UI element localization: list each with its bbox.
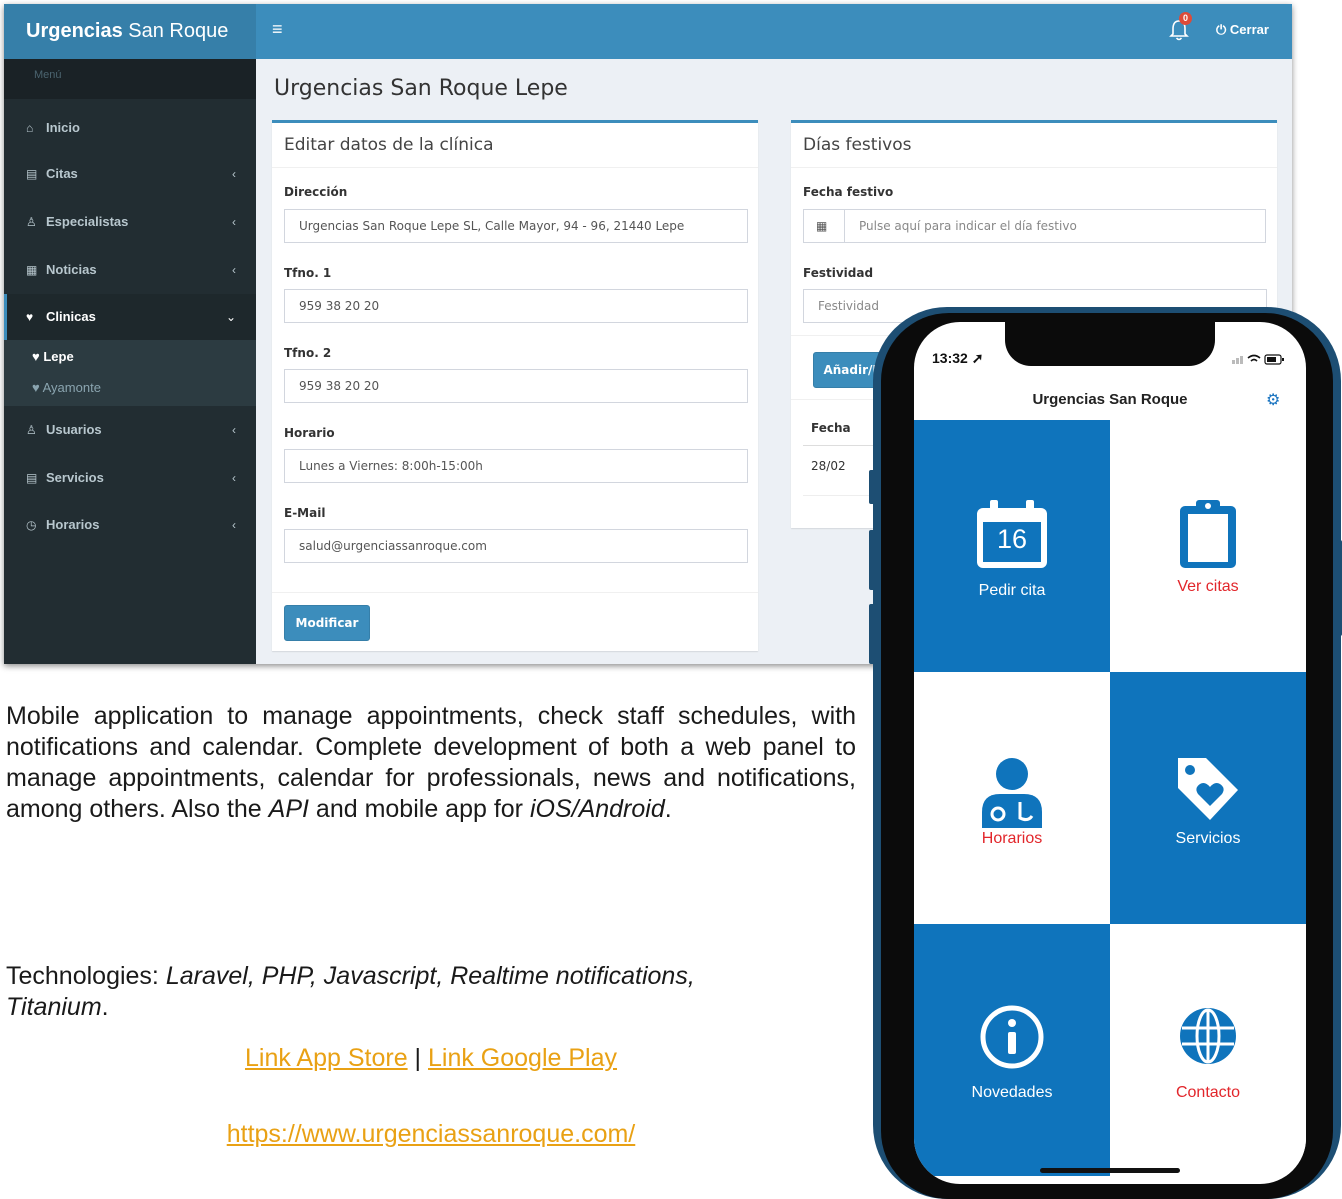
app-title: Urgencias San Roque [1032,391,1188,408]
sidebar-item-usuarios[interactable]: ♙ Usuarios ‹ [4,407,256,453]
email-label: E-Mail [284,506,326,520]
sidebar-item-inicio[interactable]: ⌂ Inicio [4,105,256,151]
info-icon [980,1005,1044,1069]
chevron-left-icon: ‹ [232,423,236,437]
clipboard-icon [1180,500,1236,568]
app-store-link[interactable]: Link App Store [245,1044,408,1072]
tag-heart-icon [1178,758,1238,820]
divider [272,592,758,593]
schedule-field[interactable]: Lunes a Viernes: 8:00h-15:00h [284,449,748,483]
tile-label: Horarios [981,830,1043,847]
address-label: Dirección [284,185,348,199]
heartbeat-icon: ♥ [26,310,34,324]
news-icon: ▦ [26,263,38,277]
tile-contacto[interactable]: Contacto [1110,924,1306,1176]
app-logo[interactable]: Urgencias San Roque [4,4,256,59]
status-bar-time: 13:32 ➚ [932,350,984,366]
google-play-link[interactable]: Link Google Play [428,1044,617,1072]
website-link[interactable]: https://www.urgenciassanroque.com/ [227,1120,636,1148]
tile-horarios[interactable]: Horarios [914,672,1110,924]
tile-label: Contacto [1175,1084,1241,1101]
phone1-field[interactable]: 959 38 20 20 [284,289,748,323]
sidebar-item-noticias[interactable]: ▦ Noticias ‹ [4,247,256,293]
sidebar-item-citas[interactable]: ▤ Citas ‹ [4,151,256,197]
phone-side-button [869,604,875,664]
sidebar: Menú ⌂ Inicio ▤ Citas ‹ ♙ Especialistas ‹ ▦… [4,59,256,664]
tile-label: Servicios [1175,830,1241,847]
calendar-day: 16 [996,524,1028,554]
doctor-icon: ♙ [26,215,37,229]
address-field[interactable]: Urgencias San Roque Lepe SL, Calle Mayor… [284,209,748,243]
sidebar-item-servicios[interactable]: ▤ Servicios ‹ [4,455,256,501]
power-icon: ⏻ [1216,22,1230,37]
technologies-text: Technologies: Laravel, PHP, Javascript, … [6,962,695,1021]
chevron-left-icon: ‹ [232,215,236,229]
submenu-item-lepe[interactable]: ♥ Lepe [4,342,256,372]
notification-count-badge: 0 [1179,12,1192,25]
modify-button[interactable]: Modificar [284,605,370,641]
table-header-fecha: Fecha [811,421,851,435]
chevron-left-icon: ‹ [232,471,236,485]
page-title: Urgencias San Roque Lepe [274,76,568,101]
tile-novedades[interactable]: Novedades [914,924,1110,1176]
box-title: Editar datos de la clínica [284,135,494,155]
edit-clinic-box: Editar datos de la clínica Dirección Urg… [272,120,758,651]
chevron-left-icon: ‹ [232,263,236,277]
tile-label: Novedades [971,1084,1053,1101]
globe-icon [1180,1008,1236,1064]
project-description: Mobile application to manage appointment… [6,702,856,823]
holiday-date-label: Fecha festivo [803,185,894,199]
home-indicator[interactable] [1040,1168,1180,1173]
services-card-icon: ▤ [26,471,38,485]
home-icon: ⌂ [26,121,34,135]
tile-ver-citas[interactable]: Ver citas [1110,420,1306,672]
phone-notch [1005,322,1215,366]
divider [272,167,758,168]
store-links: Link App Store | Link Google Play [244,1044,618,1072]
tile-servicios[interactable]: Servicios [1110,672,1306,924]
chevron-left-icon: ‹ [232,167,236,181]
schedule-label: Horario [284,426,335,440]
doctor-icon [982,758,1042,828]
tile-label: Pedir cita [978,582,1046,599]
divider [791,167,1277,168]
phone2-label: Tfno. 2 [284,346,332,360]
heartbeat-icon: ♥ [32,380,40,395]
phone-screen: 13:32 ➚ Urgencias San Roque ⚙ 16 Pedir c… [914,322,1306,1184]
clock-icon: ◷ [26,518,37,532]
sidebar-toggle-button[interactable]: ≡ [272,19,283,40]
clinicas-submenu: ♥ Lepe ♥ Ayamonte [4,340,256,406]
tile-pedir-cita[interactable]: 16 Pedir cita [914,420,1110,672]
phone2-field[interactable]: 959 38 20 20 [284,369,748,403]
box-title: Días festivos [803,135,912,155]
email-field[interactable]: salud@urgenciassanroque.com [284,529,748,563]
holiday-name-label: Festividad [803,266,874,280]
status-icons [1232,354,1284,365]
user-icon: ♙ [26,423,37,437]
tile-label: Ver citas [1177,578,1239,595]
sidebar-item-horarios[interactable]: ◷ Horarios ‹ [4,502,256,548]
logout-button[interactable]: ⏻ Cerrar [1216,22,1269,38]
phone1-label: Tfno. 1 [284,266,332,280]
sidebar-item-especialistas[interactable]: ♙ Especialistas ‹ [4,199,256,245]
heartbeat-icon: ♥ [32,349,40,364]
phone-side-button [869,530,875,590]
holiday-date-field[interactable]: Pulse aquí para indicar el día festivo [844,209,1266,243]
calendar-card-icon: ▤ [26,167,38,181]
website-line: https://www.urgenciassanroque.com/ [0,1119,862,1150]
table-row: 28/02 [811,459,846,473]
phone-side-button [1336,540,1342,636]
submenu-item-ayamonte[interactable]: ♥ Ayamonte [4,373,256,403]
chevron-left-icon: ‹ [232,518,236,532]
calendar-icon: ▦ [803,209,845,243]
phone-side-button [869,470,875,504]
top-navbar: Urgencias San Roque ≡ 0 ⏻ Cerrar [4,4,1292,59]
sidebar-menu-header: Menú [4,59,256,99]
sidebar-item-clinicas[interactable]: ♥ Clinicas ⌄ [4,294,256,340]
gear-icon[interactable]: ⚙ [1266,390,1280,410]
chevron-down-icon: ⌄ [225,310,236,324]
